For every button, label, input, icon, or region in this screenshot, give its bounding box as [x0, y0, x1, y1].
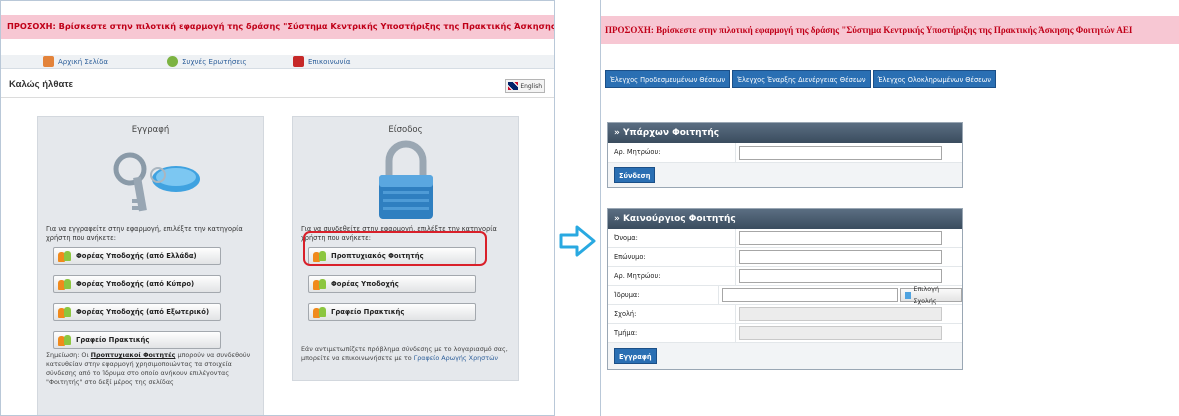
divider — [1, 97, 554, 98]
register-host-greece-button[interactable]: Φορέας Υποδοχής (από Ελλάδα) — [53, 247, 221, 265]
warning-banner: ΠΡΟΣΟΧΗ: Βρίσκεστε στην πιλοτική εφαρμογ… — [1, 15, 554, 39]
institution-row: Ίδρυμα: Επιλογή Σχολής — [608, 285, 962, 305]
nav-faq[interactable]: Συχνές Ερωτήσεις — [167, 56, 247, 67]
select-school-button[interactable]: Επιλογή Σχολής — [899, 285, 962, 305]
register-host-cyprus-button[interactable]: Φορέας Υποδοχής (από Κύπρο) — [53, 275, 221, 293]
new-am-input[interactable] — [739, 269, 942, 283]
register-host-abroad-button[interactable]: Φορέας Υποδοχής (από Εξωτερικό) — [53, 303, 221, 321]
login-host-button[interactable]: Φορέας Υποδοχής — [308, 275, 476, 293]
help-desk-link[interactable]: Γραφείο Αρωγής Χρηστών — [414, 354, 498, 362]
lastname-row: Επώνυμο: — [608, 248, 962, 267]
tab-reserved-positions[interactable]: Έλεγχος Προδεσμευμένων Θέσεων — [605, 70, 731, 88]
department-label: Τμήμα: — [608, 324, 736, 342]
tab-started-positions[interactable]: Έλεγχος Έναρξης Διενέργειας Θέσεων — [732, 70, 871, 88]
login-internship-office-button[interactable]: Γραφείο Πρακτικής — [308, 303, 476, 321]
registration-desc: Για να εγγραφείτε στην εφαρμογή, επιλέξτ… — [46, 225, 243, 242]
phone-icon — [293, 56, 304, 67]
users-icon — [313, 306, 327, 318]
new-am-label: Αρ. Μητρώου: — [608, 267, 736, 285]
nav-contact[interactable]: Επικοινωνία — [293, 56, 350, 67]
new-student-actions: Εγγραφή — [608, 343, 962, 369]
home-icon — [43, 56, 54, 67]
register-internship-office-button[interactable]: Γραφείο Πρακτικής — [53, 331, 221, 349]
existing-actions: Σύνδεση — [608, 163, 962, 187]
english-button[interactable]: English — [505, 79, 545, 93]
right-screenshot: ΠΡΟΣΟΧΗ: Βρίσκεστε στην πιλοτική εφαρμογ… — [600, 0, 1179, 416]
registration-note: Σημείωση: Οι Προπτυχιακοί Φοιτητές μπορο… — [46, 351, 251, 386]
am-row: Αρ. Μητρώου: — [608, 143, 962, 163]
tab-bar: Έλεγχος Προδεσμευμένων Θέσεων Έλεγχος Έν… — [605, 70, 996, 88]
registration-title: Εγγραφή — [131, 125, 170, 135]
top-nav: Αρχική Σελίδα Συχνές Ερωτήσεις Επικοινων… — [1, 55, 554, 69]
uk-flag-icon — [508, 82, 519, 90]
warning-banner: ΠΡΟΣΟΧΗ: Βρίσκεστε στην πιλοτική εφαρμογ… — [601, 16, 1179, 44]
padlock-icon — [379, 140, 433, 219]
am-label: Αρ. Μητρώου: — [608, 143, 736, 162]
existing-student-title: » Υπάρχων Φοιτητής — [608, 123, 962, 143]
page-title: Καλώς ήλθατε — [9, 79, 74, 90]
school-label: Σχολή: — [608, 305, 736, 323]
lastname-input[interactable] — [739, 250, 942, 264]
existing-student-panel: » Υπάρχων Φοιτητής Αρ. Μητρώου: Σύνδεση — [607, 122, 963, 188]
login-title: Είσοδος — [388, 125, 423, 135]
users-icon — [313, 278, 327, 290]
users-icon — [58, 250, 72, 262]
highlight-rectangle — [303, 231, 487, 266]
institution-input[interactable] — [722, 288, 898, 302]
login-button[interactable]: Σύνδεση — [614, 167, 656, 183]
users-icon — [58, 278, 72, 290]
school-row: Σχολή: — [608, 305, 962, 324]
lastname-label: Επώνυμο: — [608, 248, 736, 266]
nav-home[interactable]: Αρχική Σελίδα — [43, 56, 108, 67]
arrow-right-icon — [559, 225, 596, 257]
new-am-row: Αρ. Μητρώου: — [608, 267, 962, 286]
tab-completed-positions[interactable]: Έλεγχος Ολοκληρωμένων Θέσεων — [872, 70, 996, 88]
keys-icon — [113, 152, 200, 212]
department-input — [739, 326, 942, 340]
users-icon — [58, 306, 72, 318]
help-icon — [167, 56, 178, 67]
users-icon — [58, 334, 72, 346]
department-row: Τμήμα: — [608, 324, 962, 343]
new-student-panel: » Καινούργιος Φοιτητής Όνομα: Επώνυμο: Α… — [607, 208, 963, 370]
new-student-title: » Καινούργιος Φοιτητής — [608, 209, 962, 229]
login-help-text: Εάν αντιμετωπίζετε πρόβλημα σύνδεσης με … — [301, 345, 508, 362]
institution-label: Ίδρυμα: — [608, 286, 720, 304]
firstname-label: Όνομα: — [608, 229, 736, 247]
left-screenshot: ΠΡΟΣΟΧΗ: Βρίσκεστε στην πιλοτική εφαρμογ… — [0, 0, 555, 416]
school-input — [739, 307, 942, 321]
school-select-icon — [904, 291, 912, 299]
am-input[interactable] — [739, 145, 942, 160]
registration-box: Εγγραφή Για να εγγραφείτε στην εφαρμογή,… — [37, 116, 264, 415]
register-button[interactable]: Εγγραφή — [614, 348, 657, 364]
firstname-input[interactable] — [739, 231, 942, 245]
firstname-row: Όνομα: — [608, 229, 962, 248]
